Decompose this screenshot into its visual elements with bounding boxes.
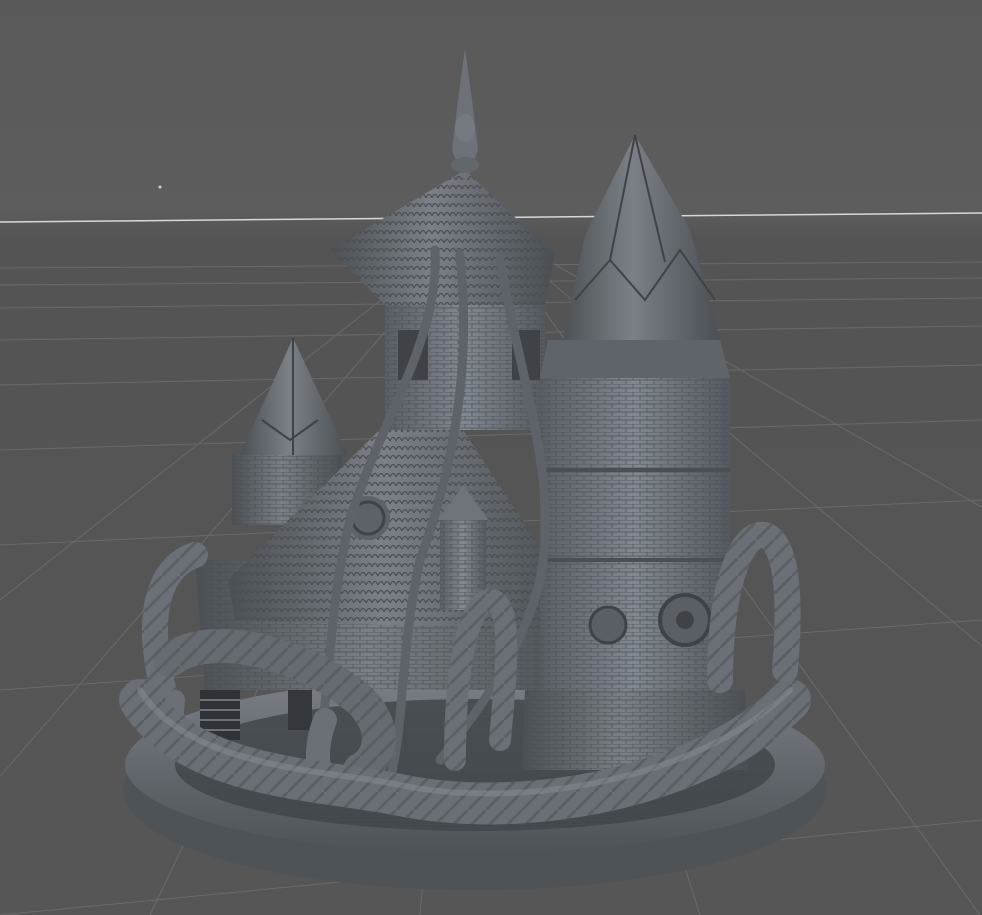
3d-viewport[interactable] — [0, 0, 982, 915]
viewport-canvas[interactable] — [0, 0, 982, 915]
light-marker — [158, 185, 162, 189]
castle-model[interactable] — [119, 48, 827, 890]
